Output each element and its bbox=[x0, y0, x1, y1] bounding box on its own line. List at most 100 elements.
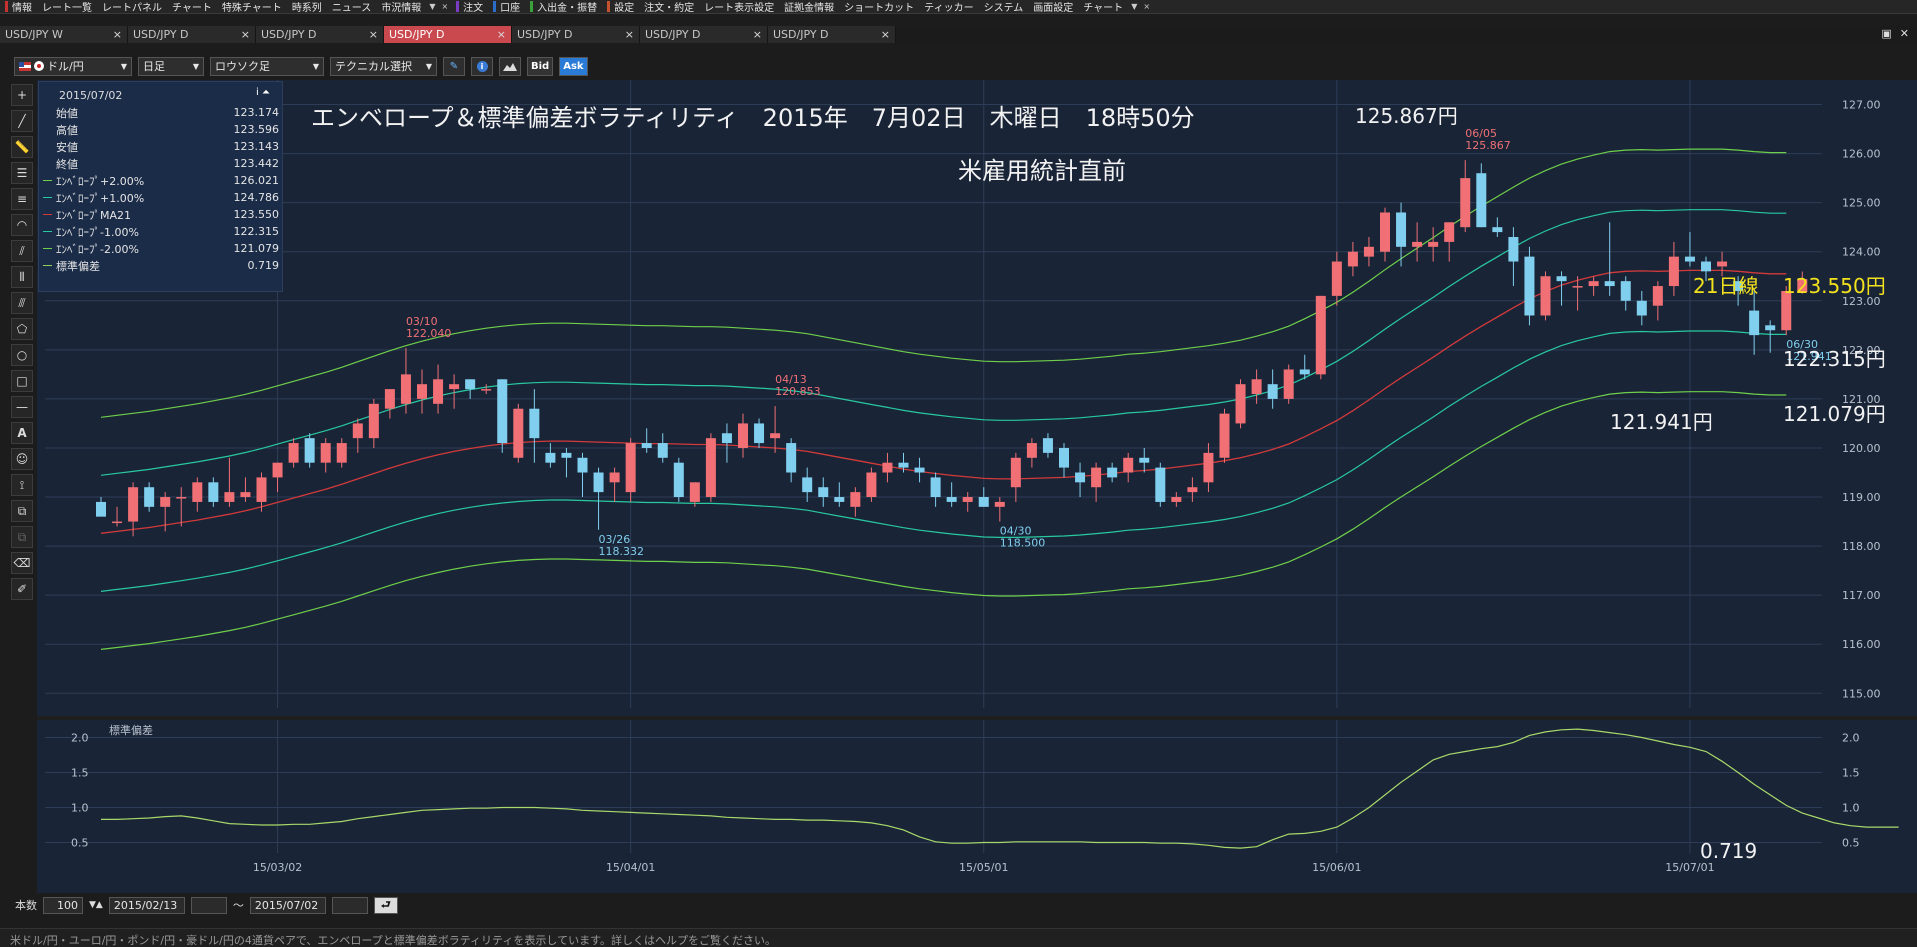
menu-item-21[interactable]: チャート bbox=[1078, 0, 1128, 13]
close-tab-icon[interactable]: × bbox=[113, 28, 122, 41]
count-input[interactable]: 100 bbox=[43, 896, 83, 914]
apply-range-button[interactable]: ⮐ bbox=[373, 896, 398, 914]
menu-item-6[interactable]: ニュース bbox=[327, 0, 377, 13]
candle-body bbox=[320, 443, 331, 463]
candle-body bbox=[256, 477, 267, 502]
delete-all-tool[interactable]: ✐ bbox=[11, 578, 33, 600]
fan-tool[interactable]: ⫽ bbox=[11, 240, 33, 262]
circle-tool[interactable]: ○ bbox=[11, 344, 33, 366]
close-tab-icon[interactable]: × bbox=[369, 28, 378, 41]
chart-tab-3[interactable]: USD/JPY D × bbox=[384, 26, 512, 43]
chart-tab-1[interactable]: USD/JPY D × bbox=[128, 26, 256, 43]
menu-item-9[interactable]: × bbox=[438, 0, 451, 13]
info-value: 122.315 bbox=[233, 225, 280, 238]
pentagon-tool[interactable]: ⬠ bbox=[11, 318, 33, 340]
candle-body bbox=[1091, 467, 1102, 488]
menu-item-12[interactable]: 入出金・振替 bbox=[525, 0, 602, 13]
chart-canvas[interactable]: 127.00126.00125.00124.00123.00122.00121.… bbox=[37, 80, 1917, 893]
copy-tool[interactable]: ⧉ bbox=[11, 500, 33, 522]
from-time-input[interactable] bbox=[190, 896, 227, 914]
hline-tool[interactable]: — bbox=[11, 396, 33, 418]
trendline-tool[interactable]: ╱ bbox=[11, 110, 33, 132]
stamp-tool[interactable]: ☺ bbox=[11, 448, 33, 470]
menu-item-16[interactable]: 証拠金情報 bbox=[779, 0, 839, 13]
chart-area[interactable]: 127.00 126.00 125.00 124.00 123.00 122.00 121.… bbox=[37, 80, 1917, 893]
from-date-input[interactable]: 2015/02/13 bbox=[108, 896, 185, 914]
menu-item-3[interactable]: チャート bbox=[167, 0, 217, 13]
channel-tool[interactable]: ⫻ bbox=[11, 292, 33, 314]
menu-item-18[interactable]: ティッカー bbox=[919, 0, 978, 13]
menu-item-23[interactable]: × bbox=[1140, 0, 1153, 13]
info-panel-icons[interactable]: i ⏶ bbox=[256, 87, 270, 98]
candle-body bbox=[802, 477, 813, 493]
menu-item-2[interactable]: レートパネル bbox=[97, 0, 167, 13]
menu-item-0[interactable]: 情報 bbox=[0, 0, 37, 13]
eraser-tool[interactable]: ⌫ bbox=[11, 552, 33, 574]
crosshair-tool[interactable]: + bbox=[11, 84, 33, 106]
chart-type-select[interactable]: ロウソク足 ▼ bbox=[210, 56, 324, 76]
menu-item-8[interactable]: ▼ bbox=[426, 0, 438, 13]
period-select[interactable]: 日足 ▼ bbox=[138, 56, 204, 76]
hline-icon: — bbox=[16, 400, 28, 414]
close-tab-icon[interactable]: × bbox=[497, 28, 506, 41]
rectangle-tool[interactable]: □ bbox=[11, 370, 33, 392]
chart-tab-6[interactable]: USD/JPY D × bbox=[768, 26, 896, 43]
horizontal-lines-tool[interactable]: ☰ bbox=[11, 162, 33, 184]
menu-item-7[interactable]: 市況情報 bbox=[376, 0, 426, 13]
ask-button[interactable]: Ask bbox=[559, 56, 588, 76]
vertical-lines-tool[interactable]: ⦀ bbox=[11, 266, 33, 288]
close-tab-icon[interactable]: × bbox=[753, 28, 762, 41]
sd-tick-label-right: 1.5 bbox=[1842, 767, 1860, 780]
chart-tab-0[interactable]: USD/JPY W × bbox=[0, 26, 128, 43]
candle-body bbox=[930, 477, 941, 498]
to-date-input[interactable]: 2015/07/02 bbox=[249, 896, 326, 914]
mountain-chart-button[interactable] bbox=[499, 56, 521, 76]
fibonacci-tool[interactable]: ≡ bbox=[11, 188, 33, 210]
chart-tab-2[interactable]: USD/JPY D × bbox=[256, 26, 384, 43]
candle-body bbox=[738, 423, 748, 448]
menu-item-15[interactable]: レート表示設定 bbox=[699, 0, 779, 13]
technical-select[interactable]: テクニカル選択 ▼ bbox=[330, 56, 437, 76]
y-tick-label: 126.00 bbox=[1842, 148, 1881, 161]
menu-item-20[interactable]: 画面設定 bbox=[1028, 0, 1078, 13]
menu-item-22[interactable]: ▼ bbox=[1128, 0, 1140, 13]
fibonacci-lines-icon: ≡ bbox=[16, 192, 28, 206]
candle-body bbox=[1684, 256, 1695, 262]
candle-body bbox=[224, 492, 235, 502]
menu-item-17[interactable]: ショートカット bbox=[839, 0, 919, 13]
count-spinner[interactable]: ▼▲ bbox=[89, 900, 103, 910]
text-tool[interactable]: A bbox=[11, 422, 33, 444]
close-tab-icon[interactable]: × bbox=[241, 28, 250, 41]
currency-pair-select[interactable]: ドル/円 ▼ bbox=[14, 56, 132, 76]
close-window-icon[interactable]: ✕ bbox=[1900, 27, 1909, 40]
restore-window-icon[interactable]: ▣ bbox=[1881, 27, 1891, 40]
menu-item-13[interactable]: 設定 bbox=[602, 0, 639, 13]
draw-pen-button[interactable]: ✎ bbox=[443, 56, 465, 76]
menu-item-5[interactable]: 時系列 bbox=[287, 0, 327, 13]
candle-body bbox=[1235, 384, 1246, 424]
series-swatch bbox=[43, 231, 52, 232]
candle-body bbox=[545, 452, 556, 463]
candle-body bbox=[240, 492, 251, 498]
arc-tool[interactable]: ◠ bbox=[11, 214, 33, 236]
series-swatch bbox=[43, 129, 52, 130]
close-tab-icon[interactable]: × bbox=[881, 28, 890, 41]
menu-item-10[interactable]: 注文 bbox=[451, 0, 488, 13]
menu-item-14[interactable]: 注文・約定 bbox=[639, 0, 699, 14]
to-time-input[interactable] bbox=[331, 896, 368, 914]
chart-tab-4[interactable]: USD/JPY D × bbox=[512, 26, 640, 43]
menu-item-label: 注文・約定 bbox=[644, 3, 695, 14]
close-tab-icon[interactable]: × bbox=[625, 28, 634, 41]
info-button[interactable]: i bbox=[471, 56, 493, 76]
menu-item-19[interactable]: システム bbox=[979, 0, 1029, 13]
chart-tab-5[interactable]: USD/JPY D × bbox=[640, 26, 768, 43]
paste-tool[interactable]: ⧉ bbox=[11, 526, 33, 548]
menu-item-11[interactable]: 口座 bbox=[488, 0, 525, 13]
magnet-tool[interactable]: ⟟ bbox=[11, 474, 33, 496]
ruler-tool[interactable]: 📏 bbox=[11, 136, 33, 158]
menu-item-1[interactable]: レート一覧 bbox=[37, 0, 97, 13]
candle-body bbox=[561, 452, 572, 458]
menu-color-marker bbox=[607, 1, 611, 12]
bid-button[interactable]: Bid bbox=[527, 56, 554, 76]
menu-item-4[interactable]: 特殊チャート bbox=[217, 0, 287, 13]
